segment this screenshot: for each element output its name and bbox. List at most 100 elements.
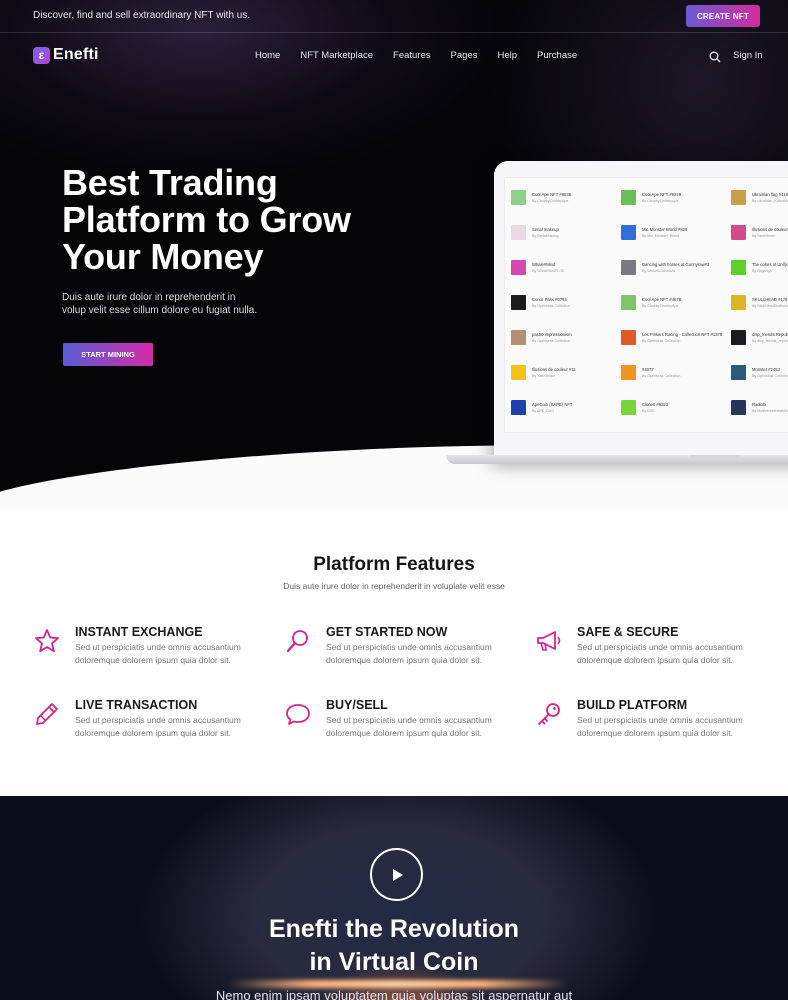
nft-list-item[interactable]: pastro impressionism By Openseas Collecti…	[511, 330, 621, 350]
nft-list-item[interactable]: Mic Monster World #826 By Mic_Monster_Wor…	[621, 225, 731, 245]
star-icon	[35, 629, 59, 653]
feature-safe-secure: SAFE & SECURE Sed ut perspiciatis unde o…	[535, 625, 755, 675]
start-mining-button[interactable]: START MINING	[63, 343, 153, 366]
search-icon[interactable]	[709, 51, 721, 63]
nft-list-item[interactable]: Dancing with horses at Gunnyraw#3 By Welk…	[621, 260, 731, 280]
nft-author: By ChubbyChubbyApe	[642, 304, 679, 308]
nft-title: Clone6 #9323	[642, 402, 669, 407]
nft-author: By Ukrainian_Kidcoins	[752, 199, 788, 203]
video-title-highlight: Virtual Coin	[338, 948, 479, 976]
nft-list-item[interactable]: ApeCoin (SAPE) NFT By APE_DAO	[511, 400, 621, 420]
nft-title: pastro impressionism	[532, 332, 572, 337]
video-section: Enefti the Revolution in Virtual Coin Ne…	[0, 796, 788, 1000]
logo-mark: ε	[33, 46, 50, 64]
nft-title: Serial makeup	[532, 227, 559, 232]
feature-desc: Sed ut perspiciatis unde omnis accusanti…	[577, 715, 743, 738]
play-icon	[392, 868, 403, 881]
nft-list-item[interactable]: Clone6 #9323 By DSE	[621, 400, 731, 420]
nav-item-nft-marketplace[interactable]: NFT Marketplace	[300, 50, 373, 61]
nft-thumbnail	[621, 330, 636, 345]
play-button[interactable]	[370, 848, 423, 901]
nft-title: Cool Ape NFT #8536	[532, 192, 572, 197]
hero-title: Best Trading Platform to Grow Your Money	[62, 164, 442, 275]
nft-title: SKULLHEAD #178	[752, 297, 788, 302]
nft-author: By ChubbyChubbyApe	[532, 199, 569, 203]
nft-list-item[interactable]: Cool Ape NFT #8536 By ChubbyChubbyApe	[511, 190, 621, 210]
nft-thumbnail	[511, 365, 526, 380]
magnifier-icon	[286, 630, 308, 653]
nft-list-item[interactable]: Illusions de couleur #11 By Yanelilman	[511, 365, 621, 385]
nft-author: By DSE	[642, 409, 655, 413]
nft-list-item[interactable]: SKULLHEAD #178 By SkullHeadDeathclub	[731, 295, 788, 315]
feature-title: LIVE TRANSACTION	[75, 698, 198, 712]
hero-title-line: Best Trading	[62, 162, 278, 203]
nft-author: By Yanelilman	[752, 234, 775, 238]
nav-item-pages[interactable]: Pages	[451, 50, 478, 61]
nft-list-item[interactable]: disp_friends Republic# By disp_friends_re…	[731, 330, 788, 350]
neon-light-glow	[228, 980, 568, 988]
nft-list-item[interactable]: Monster #2453 By Openseas Collection	[731, 365, 788, 385]
nft-author: By ChubbyChubbyApe	[642, 199, 679, 203]
feature-instant-exchange: INSTANT EXCHANGE Sed ut perspiciatis und…	[33, 625, 253, 675]
nft-list-item[interactable]: Conor Pass #0793 By Openseas Collection	[511, 295, 621, 315]
nav-item-purchase[interactable]: Purchase	[537, 50, 577, 61]
nft-list-item[interactable]: Les Pinkers Racing - Collection NFT #137…	[621, 330, 731, 350]
hero-subtitle: Duis aute irure dolor in reprehenderit i…	[62, 291, 292, 317]
nft-list-item[interactable]: Whale#Mind By WhaleMindFLOE	[511, 260, 621, 280]
nft-thumbnail	[731, 400, 746, 415]
nft-thumbnail	[621, 190, 636, 205]
laptop-screen: Cool Ape NFT #8536 By ChubbyChubbyApe Cool…	[504, 177, 788, 433]
nft-author: By Yanelilman	[532, 374, 555, 378]
feature-title: BUY/SELL	[326, 698, 388, 712]
nft-author: By Openseas Collection	[642, 374, 681, 378]
hero-section: Discover, find and sell extraordinary NF…	[0, 0, 788, 510]
nft-author: By Multiverse#newMulti	[752, 409, 788, 413]
nav-menu: Home NFT Marketplace Features Pages Help…	[255, 50, 597, 61]
logo[interactable]: ε Enefti	[33, 46, 99, 64]
nft-title: Radiohi	[752, 402, 767, 407]
nav-item-home[interactable]: Home	[255, 50, 280, 61]
hero-title-line: Your Money	[62, 236, 264, 277]
nft-thumbnail	[511, 225, 526, 240]
feature-live-transaction: LIVE TRANSACTION Sed ut perspiciatis und…	[33, 698, 253, 748]
nft-title: Mic Monster World #826	[642, 227, 688, 232]
nft-thumbnail	[731, 295, 746, 310]
feature-title: INSTANT EXCHANGE	[75, 625, 203, 639]
video-title: Enefti the Revolution in Virtual Coin	[0, 913, 788, 979]
nft-title: Dancing with horses at Gunnyraw#3	[642, 262, 710, 267]
nft-author: By Openseas Collection	[532, 339, 571, 343]
nft-thumbnail	[731, 190, 746, 205]
nft-list-item[interactable]: Radiohi By Multiverse#newMulti	[731, 400, 788, 420]
nft-list-item[interactable]: The colors of Unifying By Bpgaraja	[731, 260, 788, 280]
nft-title: Conor Pass #0793	[532, 297, 567, 302]
nft-author: By WelkedCanvases	[642, 269, 676, 273]
nft-list-item[interactable]: Serial makeup By SerialMakeup	[511, 225, 621, 245]
signin-link[interactable]: Sign In	[733, 50, 763, 61]
nft-title: Les Pinkers Racing - Collection NFT #137…	[642, 332, 723, 337]
nft-list-item[interactable]: Illusions de couleur #3 By Yanelilman	[731, 225, 788, 245]
nft-title: #4877	[642, 367, 654, 372]
features-subtitle: Duis aute irure dolor in reprehenderit i…	[283, 581, 505, 591]
nft-list-item[interactable]: Cool Ape NFT #8229 By ChubbyChubbyApe	[621, 190, 731, 210]
nft-thumbnail	[511, 400, 526, 415]
megaphone-icon	[537, 631, 561, 651]
nft-title: Ukrainian flag #4100 Ukraine from ana	[752, 192, 788, 197]
nft-thumbnail	[511, 190, 526, 205]
nav-item-features[interactable]: Features	[393, 50, 431, 61]
nft-title: Whale#Mind	[532, 262, 556, 267]
topbar-tagline: Discover, find and sell extraordinary NF…	[33, 10, 251, 21]
nft-thumbnail	[731, 225, 746, 240]
nft-list-item[interactable]: Ukrainian flag #4100 Ukraine from ana By …	[731, 190, 788, 210]
chat-icon	[286, 704, 310, 725]
hero-title-line: Platform to Grow	[62, 199, 351, 240]
nft-thumbnail	[621, 260, 636, 275]
nav-item-help[interactable]: Help	[497, 50, 517, 61]
nft-title: disp_friends Republic#	[752, 332, 788, 337]
nft-list-item[interactable]: #4877 By Openseas Collection	[621, 365, 731, 385]
nft-list-item[interactable]: Cool Ape NFT #4678 By ChubbyChubbyApe	[621, 295, 731, 315]
top-bar: Discover, find and sell extraordinary NF…	[0, 0, 788, 33]
nft-thumbnail	[621, 400, 636, 415]
feature-desc: Sed ut perspiciatis unde omnis accusanti…	[577, 642, 743, 665]
nft-author: By WhaleMindFLOE	[532, 269, 565, 273]
create-nft-button[interactable]: CREATE NFT	[686, 5, 760, 27]
